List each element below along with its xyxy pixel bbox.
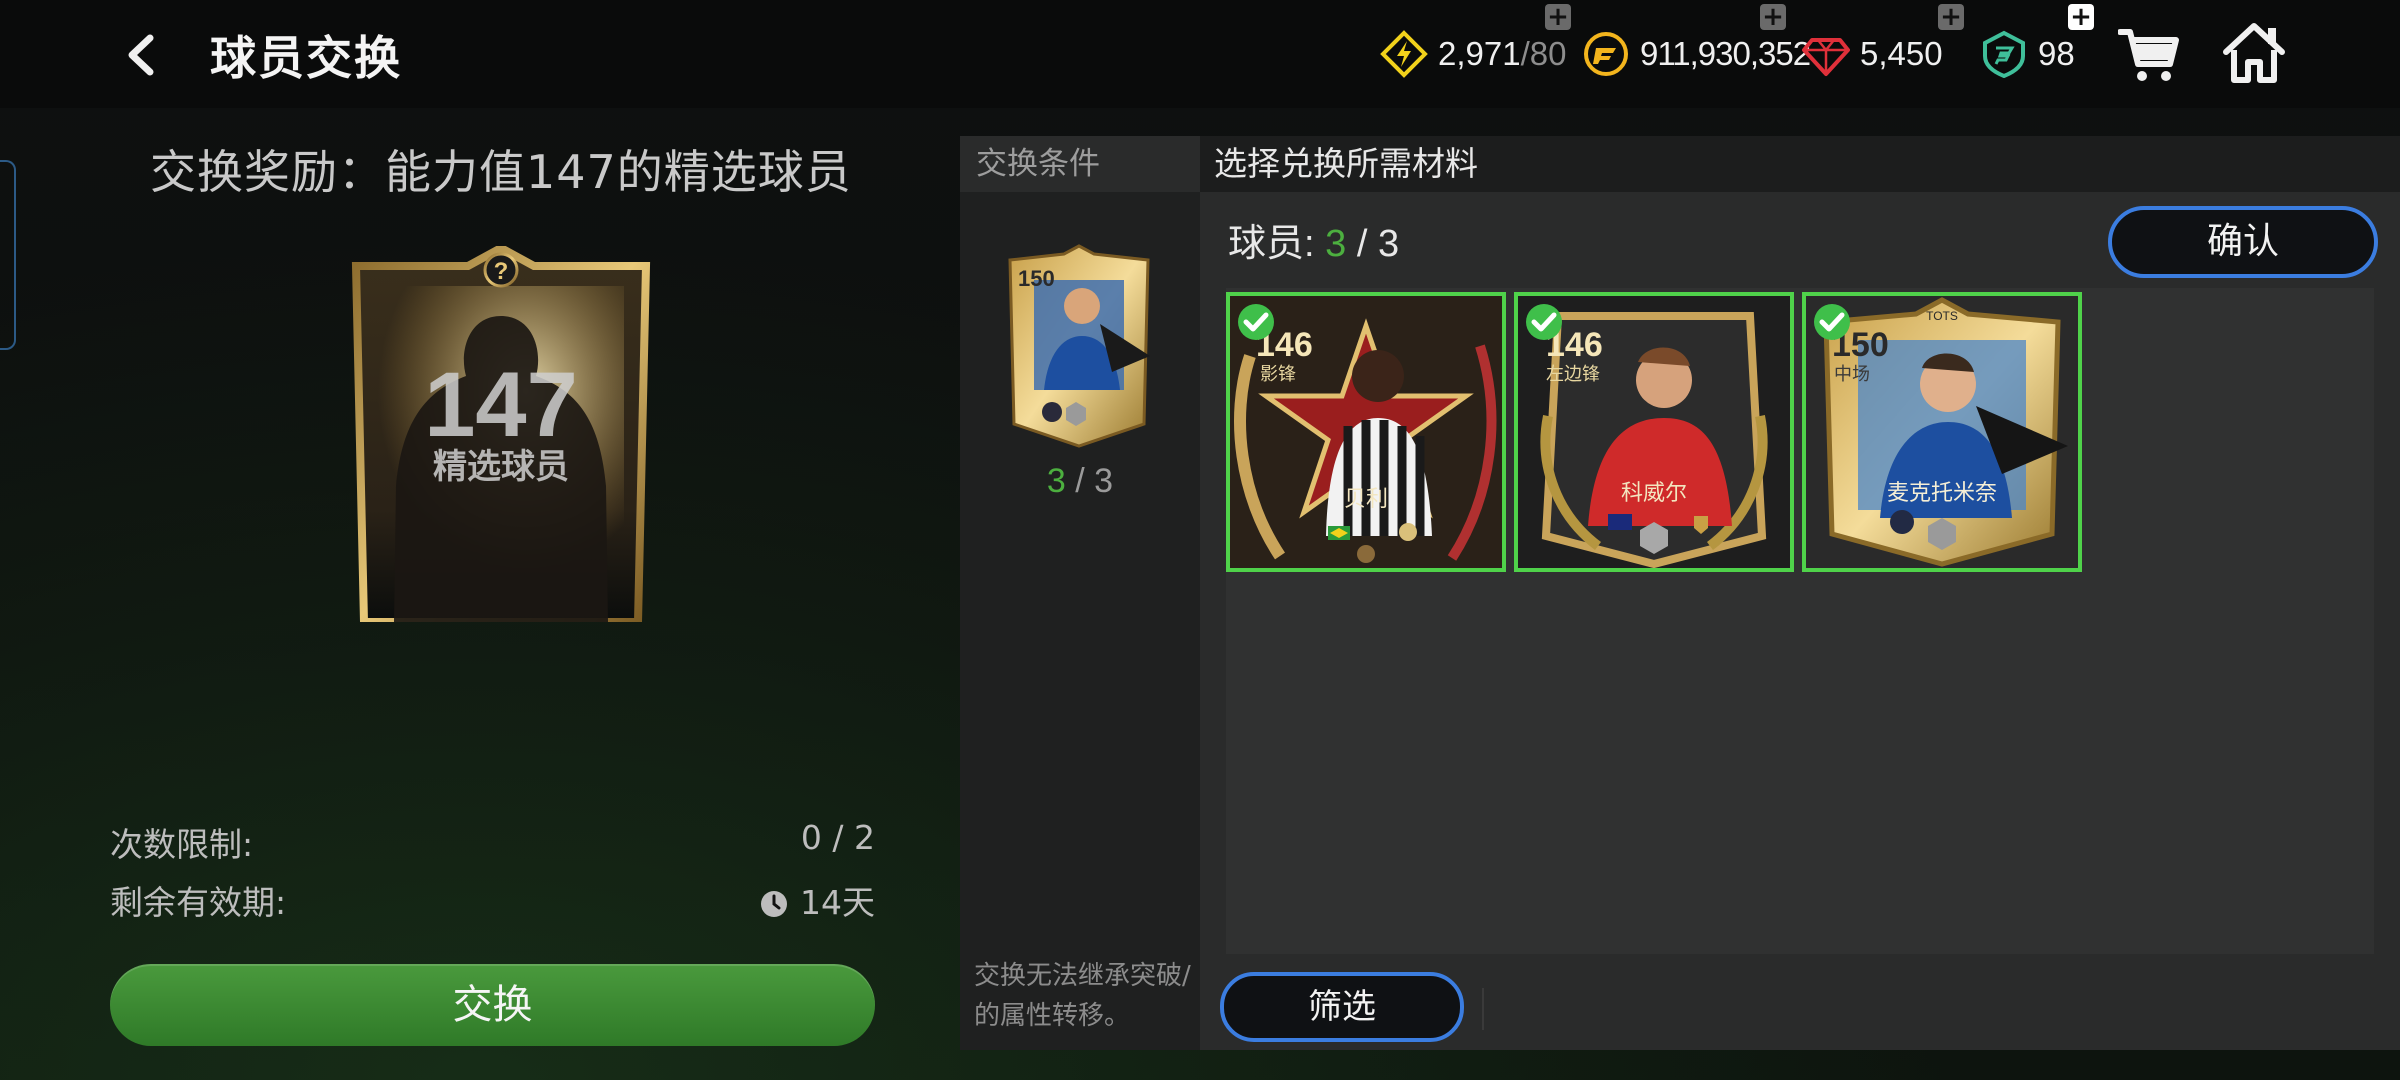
player-count-have: 3 bbox=[1325, 223, 1347, 265]
currency-energy-suffix: /80 bbox=[1520, 35, 1567, 72]
material-card-3-position: 中场 bbox=[1834, 364, 1870, 385]
condition-card-rating: 150 bbox=[1018, 266, 1055, 291]
currency-gems: 5,450 bbox=[1802, 22, 1943, 86]
australia-flag-icon bbox=[1608, 514, 1632, 530]
material-card-3-name: 麦克托米奈 bbox=[1887, 481, 1997, 506]
material-card-2-name: 科威尔 bbox=[1621, 481, 1687, 506]
add-tokens-button[interactable]: + bbox=[2068, 4, 2094, 30]
validity-row: 剩余有效期: 14天 bbox=[110, 876, 875, 924]
exchange-conditions-panel: 交换条件 150 3 / 3 交换无法继承突破/的属性转移。 bbox=[960, 136, 1200, 1050]
add-coins-button[interactable]: + bbox=[1760, 4, 1786, 30]
limit-value: 0 / 2 bbox=[800, 818, 875, 857]
home-icon[interactable] bbox=[2222, 22, 2286, 84]
condition-count-total: 3 bbox=[1094, 462, 1114, 500]
currency-gems-value: 5,450 bbox=[1860, 35, 1943, 72]
currency-energy: 2,971/80 bbox=[1380, 22, 1566, 86]
validity-value-wrap: 14天 bbox=[760, 876, 875, 924]
material-card-1-position: 影锋 bbox=[1260, 364, 1296, 385]
material-card-3[interactable]: TOTS 150 中场 麦克托米奈 bbox=[1802, 292, 2082, 572]
exchange-button[interactable]: 交换 bbox=[110, 964, 875, 1046]
red-gem-icon bbox=[1802, 38, 1850, 76]
materials-panel: 选择兑换所需材料 球员: 3 / 3 确认 146 影锋 贝利 146 左边锋 … bbox=[1200, 136, 2400, 1050]
page-title: 球员交换 bbox=[210, 31, 402, 85]
player-count: 球员: 3 / 3 bbox=[1228, 212, 1399, 267]
material-card-1-name: 贝利 bbox=[1344, 487, 1388, 512]
clock-icon bbox=[761, 891, 787, 917]
condition-player-card[interactable]: 150 bbox=[1004, 244, 1154, 448]
selected-check-icon bbox=[1238, 304, 1274, 340]
condition-count-have: 3 bbox=[1046, 462, 1066, 500]
fc-points-coin-icon bbox=[1584, 32, 1628, 76]
currency-coins-value: 911,930,352 bbox=[1640, 35, 1811, 72]
selected-check-icon bbox=[1526, 304, 1562, 340]
green-shield-icon bbox=[1983, 30, 2025, 78]
shopping-cart-icon[interactable] bbox=[2118, 26, 2180, 84]
reward-card-label: 精选球员 bbox=[433, 447, 569, 487]
condition-count-sep: / bbox=[1065, 462, 1095, 500]
reward-player-card[interactable]: ? 147 精选球员 bbox=[338, 246, 664, 622]
material-card-3-tag: TOTS bbox=[1926, 309, 1958, 323]
add-energy-button[interactable]: + bbox=[1545, 4, 1571, 30]
reward-title: 交换奖励：能力值147的精选球员 bbox=[150, 145, 852, 199]
validity-label: 剩余有效期: bbox=[110, 883, 287, 922]
player-count-total: 3 bbox=[1377, 223, 1400, 265]
validity-value: 14天 bbox=[800, 883, 875, 922]
currency-tokens-value: 98 bbox=[2038, 35, 2075, 72]
materials-header: 选择兑换所需材料 bbox=[1200, 136, 2400, 192]
currency-tokens: 98 bbox=[1980, 22, 2075, 86]
reward-card-question: ? bbox=[494, 258, 509, 285]
material-card-2-position: 左边锋 bbox=[1546, 364, 1600, 385]
back-arrow-icon[interactable] bbox=[118, 30, 168, 80]
filter-button[interactable]: 筛选 bbox=[1220, 972, 1464, 1042]
currency-energy-value: 2,971 bbox=[1438, 35, 1521, 72]
side-drawer-tab[interactable] bbox=[0, 160, 16, 350]
material-card-1[interactable]: 146 影锋 贝利 bbox=[1226, 292, 1506, 572]
reward-card-rating: 147 bbox=[424, 354, 578, 456]
player-count-label: 球员: bbox=[1228, 223, 1326, 265]
player-count-sep: / bbox=[1346, 223, 1378, 265]
confirm-button[interactable]: 确认 bbox=[2108, 206, 2378, 278]
exchange-note: 交换无法继承突破/的属性转移。 bbox=[974, 961, 1191, 1031]
conditions-header: 交换条件 bbox=[960, 136, 1200, 192]
condition-count: 3 / 3 bbox=[960, 462, 1200, 501]
selected-check-icon bbox=[1814, 304, 1850, 340]
divider bbox=[1482, 988, 1484, 1030]
lightning-icon bbox=[1380, 30, 1428, 78]
limit-row: 次数限制: 0 / 2 bbox=[110, 818, 875, 866]
add-gems-button[interactable]: + bbox=[1938, 4, 1964, 30]
material-card-2[interactable]: 146 左边锋 科威尔 bbox=[1514, 292, 1794, 572]
limit-label: 次数限制: bbox=[110, 825, 254, 864]
club-badge-icon bbox=[1890, 510, 1914, 534]
top-bar: 球员交换 2,971/80 + 911,930,352 + 5,450 + 98 bbox=[0, 0, 2400, 108]
